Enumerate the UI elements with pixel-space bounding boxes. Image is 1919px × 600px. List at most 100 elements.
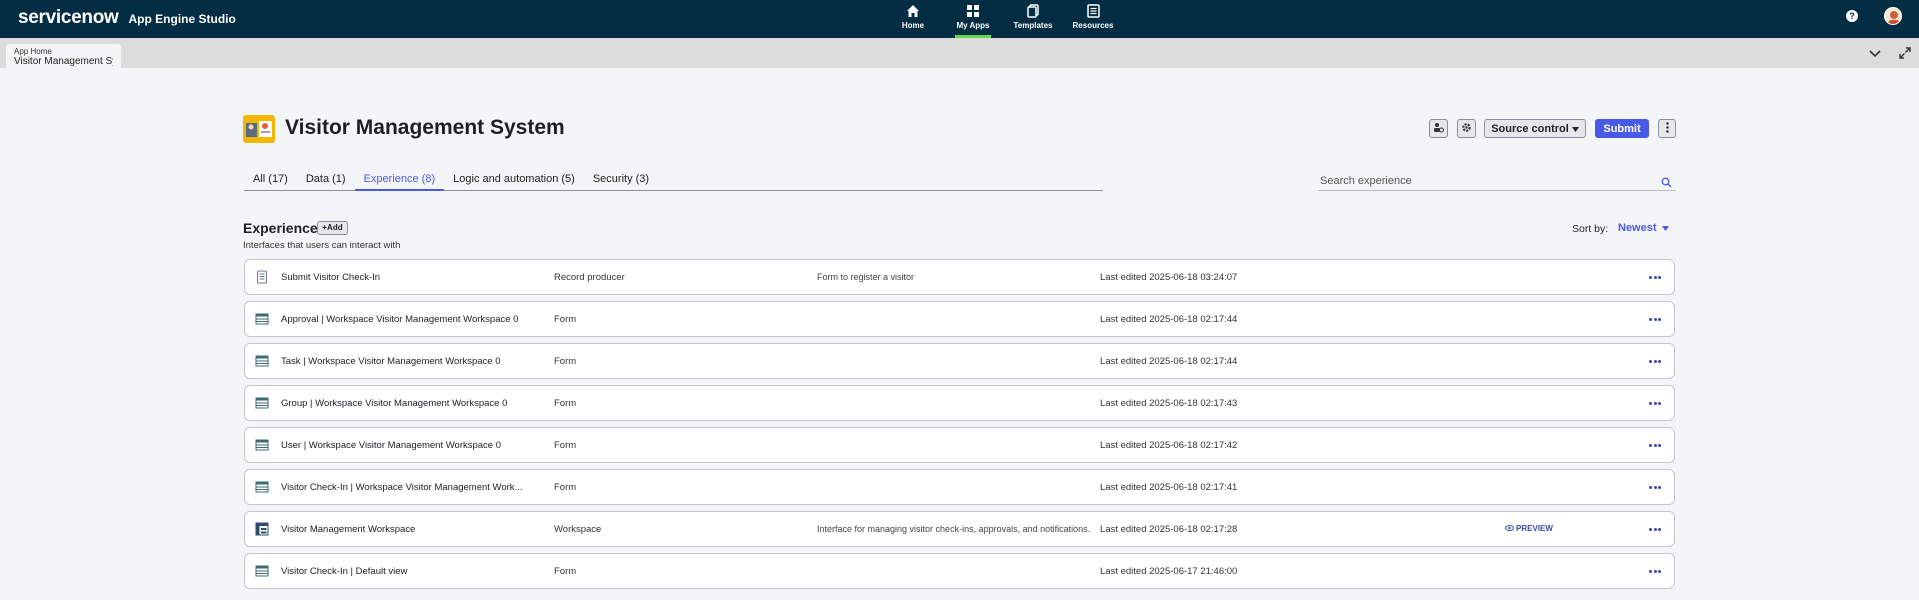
item-name[interactable]: Visitor Check-In | Workspace Visitor Man… (281, 482, 522, 493)
item-name[interactable]: Approval | Workspace Visitor Management … (281, 314, 518, 325)
tab-logic-and-automation[interactable]: Logic and automation (5) (444, 168, 584, 191)
list-item[interactable]: Approval | Workspace Visitor Management … (244, 301, 1675, 337)
list-item[interactable]: Visitor Check-In | Workspace Visitor Man… (244, 469, 1675, 505)
item-name[interactable]: Task | Workspace Visitor Management Work… (281, 356, 500, 367)
expand-icon[interactable] (1898, 46, 1912, 60)
tab-data[interactable]: Data (1) (297, 168, 355, 191)
table-icon (255, 312, 269, 326)
templates-icon (1026, 3, 1040, 19)
item-name[interactable]: Submit Visitor Check-In (281, 272, 380, 283)
document-icon (255, 270, 269, 284)
page-title: Visitor Management System (285, 116, 565, 139)
table-icon (255, 396, 269, 410)
collaborators-button[interactable] (1429, 119, 1448, 138)
item-last-edited: Last edited 2025-06-18 02:17:28 (1100, 524, 1238, 535)
sort-dropdown[interactable]: Newest (1618, 222, 1669, 234)
item-name[interactable]: Visitor Check-In | Default view (281, 566, 407, 577)
more-horizontal-icon[interactable] (1647, 354, 1663, 368)
resources-icon (1086, 3, 1100, 19)
list-item[interactable]: User | Workspace Visitor Management Work… (244, 427, 1675, 463)
item-description: Interface for managing visitor check-ins… (817, 524, 1091, 534)
more-horizontal-icon[interactable] (1647, 312, 1663, 326)
add-button[interactable]: +Add (317, 221, 348, 235)
table-icon (255, 480, 269, 494)
avatar[interactable] (1884, 7, 1902, 25)
app-tab-strip: App Home Visitor Management Sy... (0, 38, 1919, 68)
nav-home[interactable]: Home (884, 0, 942, 38)
nav-resources-label: Resources (1072, 21, 1114, 30)
search-icon[interactable] (1661, 175, 1672, 193)
sort-value: Newest (1618, 222, 1657, 234)
tab-all[interactable]: All (17) (244, 168, 297, 191)
tab-experience[interactable]: Experience (8) (354, 168, 445, 191)
more-horizontal-icon[interactable] (1647, 270, 1663, 284)
more-horizontal-icon[interactable] (1647, 396, 1663, 410)
tab-app-home-label: App Home (14, 47, 52, 56)
servicenow-logo: servicenow (18, 7, 119, 28)
item-type: Form (554, 356, 577, 367)
more-horizontal-icon[interactable] (1647, 438, 1663, 452)
item-type: Record producer (554, 272, 625, 283)
search-input[interactable] (1318, 172, 1648, 190)
table-icon (255, 438, 269, 452)
list-item[interactable]: Visitor Management Workspace Workspace I… (244, 511, 1675, 547)
preview-link[interactable]: PREVIEW (1505, 524, 1553, 533)
item-name[interactable]: Group | Workspace Visitor Management Wor… (281, 398, 507, 409)
help-icon[interactable]: ? (1846, 10, 1858, 22)
more-horizontal-icon[interactable] (1647, 522, 1663, 536)
source-control-label: Source control (1491, 122, 1569, 135)
nav-resources[interactable]: Resources (1064, 0, 1122, 38)
item-last-edited: Last edited 2025-06-18 02:17:43 (1100, 398, 1238, 409)
category-tabs: All (17) Data (1) Experience (8) Logic a… (244, 168, 1103, 191)
item-name[interactable]: User | Workspace Visitor Management Work… (281, 440, 501, 451)
more-options-button[interactable] (1658, 119, 1676, 138)
list-item[interactable]: Task | Workspace Visitor Management Work… (244, 343, 1675, 379)
more-horizontal-icon[interactable] (1647, 480, 1663, 494)
collaborators-icon (1433, 122, 1444, 136)
section-title: Experience (243, 220, 318, 236)
main-nav: Home My Apps Templates Resources (884, 0, 1124, 38)
sort-label: Sort by: (1572, 223, 1609, 235)
gear-icon (1461, 122, 1472, 136)
nav-templates-label: Templates (1013, 21, 1053, 30)
preview-label: PREVIEW (1516, 524, 1553, 533)
search-box (1318, 171, 1676, 191)
tab-app-name: Visitor Management Sy... (14, 56, 113, 67)
item-last-edited: Last edited 2025-06-17 21:46:00 (1100, 566, 1238, 577)
caret-down-icon (1571, 123, 1579, 135)
item-name[interactable]: Visitor Management Workspace (281, 524, 415, 535)
item-type: Form (554, 314, 577, 325)
app-engine-studio-label: App Engine Studio (128, 12, 236, 26)
item-last-edited: Last edited 2025-06-18 02:17:44 (1100, 356, 1238, 367)
nav-my-apps[interactable]: My Apps (944, 0, 1002, 38)
nav-templates[interactable]: Templates (1004, 0, 1062, 38)
eye-icon (1505, 524, 1514, 533)
nav-my-apps-label: My Apps (956, 21, 990, 30)
list-item[interactable]: Visitor Check-In | Default view Form Las… (244, 553, 1675, 589)
caret-down-icon (1661, 222, 1669, 234)
table-icon (255, 564, 269, 578)
item-type: Form (554, 398, 577, 409)
list-item[interactable]: Submit Visitor Check-In Record producer … (244, 259, 1675, 295)
item-type: Workspace (554, 524, 602, 535)
table-icon (255, 354, 269, 368)
item-description: Form to register a visitor (817, 272, 915, 282)
item-type: Form (554, 566, 577, 577)
item-last-edited: Last edited 2025-06-18 02:17:41 (1100, 482, 1238, 493)
nav-home-label: Home (901, 21, 925, 30)
brand[interactable]: servicenow App Engine Studio (18, 7, 236, 29)
list-item[interactable]: Group | Workspace Visitor Management Wor… (244, 385, 1675, 421)
app-icon (243, 115, 275, 143)
settings-button[interactable] (1457, 119, 1476, 138)
tab-security[interactable]: Security (3) (584, 168, 658, 191)
tab-app-home[interactable]: App Home Visitor Management Sy... (6, 44, 121, 68)
section-subtitle: Interfaces that users can interact with (243, 240, 401, 251)
item-last-edited: Last edited 2025-06-18 02:17:42 (1100, 440, 1238, 451)
submit-button[interactable]: Submit (1595, 119, 1649, 138)
top-navigation-bar: servicenow App Engine Studio Home My App… (0, 0, 1919, 38)
chevron-down-icon[interactable] (1868, 46, 1882, 60)
more-horizontal-icon[interactable] (1647, 564, 1663, 578)
source-control-button[interactable]: Source control (1484, 119, 1586, 138)
grid-icon (966, 3, 980, 19)
item-last-edited: Last edited 2025-06-18 02:17:44 (1100, 314, 1238, 325)
